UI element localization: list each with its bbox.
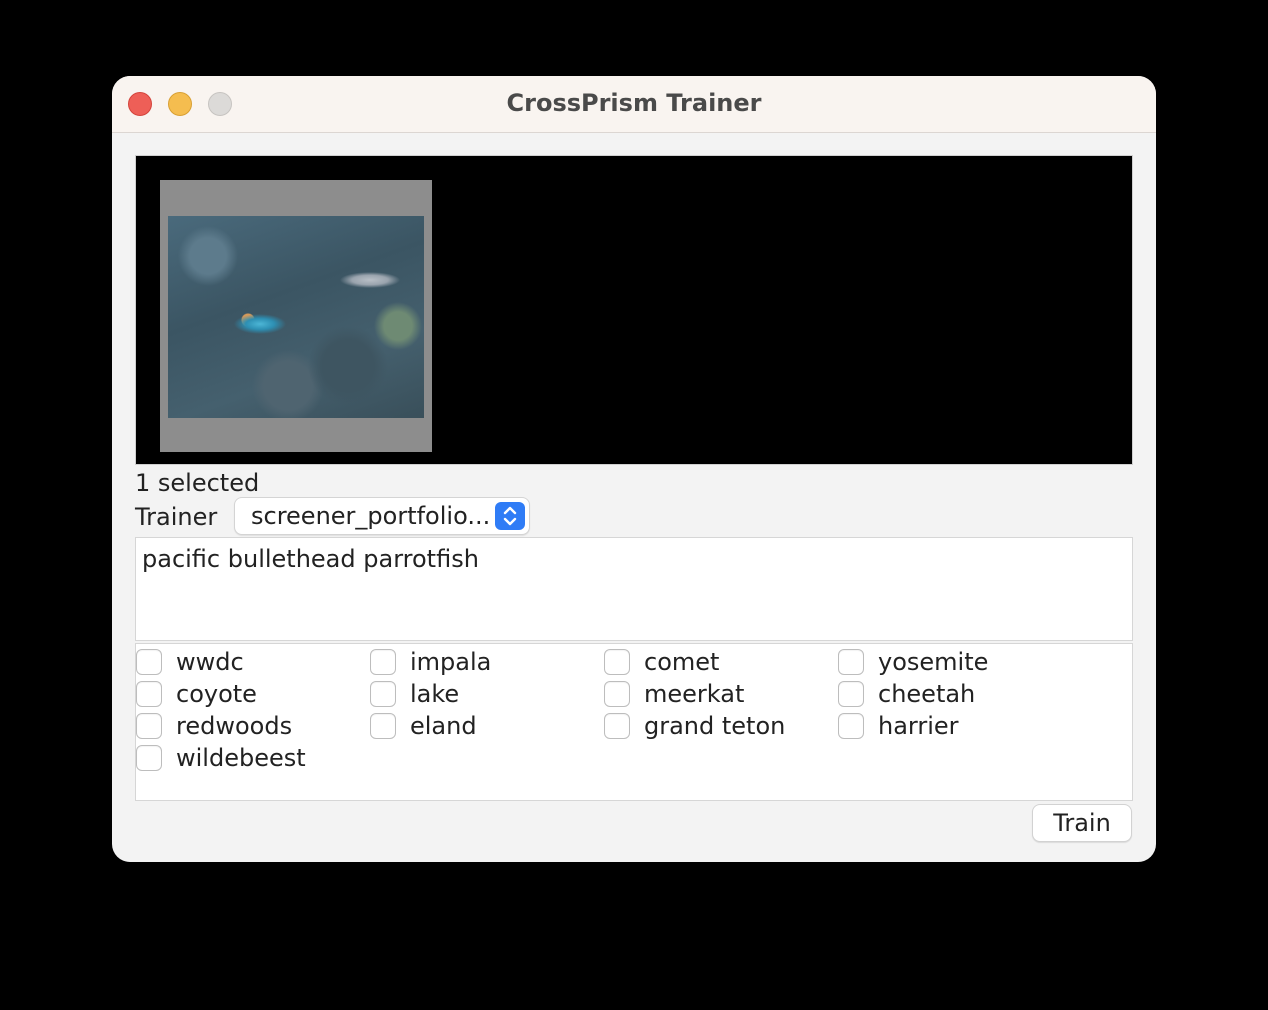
checkbox-label: impala [410, 648, 492, 676]
checkbox-box[interactable] [838, 681, 864, 707]
checkbox-box[interactable] [604, 649, 630, 675]
checkbox-box[interactable] [136, 681, 162, 707]
checkbox-box[interactable] [370, 681, 396, 707]
trainer-label: Trainer [135, 503, 218, 531]
checkbox-label: wwdc [176, 648, 244, 676]
checkbox-label: eland [410, 712, 477, 740]
checkbox-box[interactable] [136, 713, 162, 739]
checkbox-label: harrier [878, 712, 959, 740]
train-button[interactable]: Train [1032, 804, 1132, 842]
checkbox-label: lake [410, 680, 460, 708]
trainer-select-value: screener_portfolio... [251, 502, 491, 530]
image-preview-area[interactable] [135, 155, 1133, 465]
checkbox-box[interactable] [604, 681, 630, 707]
checkbox-label: yosemite [878, 648, 989, 676]
checkbox-label: grand teton [644, 712, 786, 740]
image-thumbnail-selected[interactable] [160, 180, 432, 452]
checkbox-box[interactable] [838, 713, 864, 739]
checkbox-label: meerkat [644, 680, 745, 708]
parrotfish-photo [168, 216, 424, 418]
up-down-chevron-icon [495, 502, 525, 530]
checkbox-label: cheetah [878, 680, 976, 708]
window-title: CrossPrism Trainer [506, 89, 762, 117]
checkbox-box[interactable] [136, 649, 162, 675]
selection-count: 1 selected [135, 469, 260, 497]
caption-text-area[interactable]: pacific bullethead parrotfish [135, 537, 1133, 641]
checkbox-label: coyote [176, 680, 257, 708]
checkbox-label: wildebeest [176, 744, 306, 772]
app-window: CrossPrism Trainer 1 selected Trainer sc… [112, 76, 1156, 862]
checkbox-box[interactable] [604, 713, 630, 739]
caption-text: pacific bullethead parrotfish [142, 545, 479, 573]
checkbox-box[interactable] [370, 713, 396, 739]
trainer-select[interactable]: screener_portfolio... [234, 497, 530, 535]
checkbox-box[interactable] [136, 745, 162, 771]
label-checkbox-list: wwdc impala comet yosemite coyote lake m… [135, 643, 1133, 801]
title-bar[interactable]: CrossPrism Trainer [112, 76, 1156, 133]
checkbox-box[interactable] [838, 649, 864, 675]
checkbox-label: redwoods [176, 712, 293, 740]
checkbox-box[interactable] [370, 649, 396, 675]
checkbox-label: comet [644, 648, 720, 676]
